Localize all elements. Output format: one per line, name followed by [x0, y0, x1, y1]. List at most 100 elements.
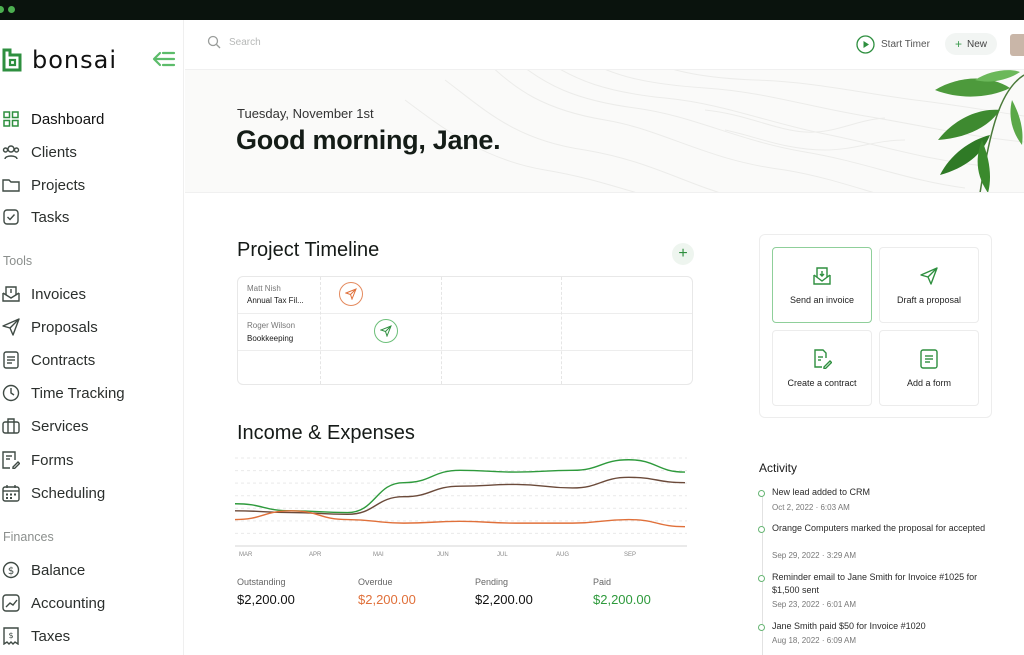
timeline-row-divider: [238, 313, 692, 314]
search-bar[interactable]: Search: [207, 35, 261, 49]
invoice-send-icon: [812, 265, 832, 287]
timeline-client-name: Roger Wilson: [247, 321, 296, 330]
welcome-banner: Tuesday, November 1st Good morning, Jane…: [185, 70, 1024, 193]
activity-dot: [758, 624, 765, 631]
activity-text[interactable]: Jane Smith paid $50 for Invoice #1020: [772, 620, 987, 633]
new-button[interactable]: + New: [945, 33, 997, 55]
start-timer-label: Start Timer: [881, 39, 930, 50]
action-label: Create a contract: [787, 378, 857, 388]
timeline-column-divider: [320, 277, 321, 384]
chart-x-tick-label: JUL: [497, 552, 508, 558]
window-dot-icon[interactable]: [8, 6, 15, 13]
svg-text:$: $: [8, 631, 13, 640]
activity-time: Sep 23, 2022 · 6:01 AM: [772, 600, 857, 609]
window-dot-icon[interactable]: [0, 6, 4, 13]
invoice-icon: [0, 283, 22, 305]
receipt-icon: $: [0, 625, 22, 647]
action-label: Add a form: [906, 378, 952, 388]
income-expenses-chart: [235, 457, 687, 547]
sidebar-item-label: Dashboard: [31, 110, 105, 128]
collapse-sidebar-button[interactable]: [152, 50, 176, 73]
stat-value-paid: $2,200.00: [593, 592, 651, 607]
sidebar-item-accounting[interactable]: Accounting: [0, 591, 105, 615]
sidebar-item-scheduling[interactable]: Scheduling: [0, 481, 105, 505]
calendar-icon: [0, 482, 22, 504]
sidebar-item-time-tracking[interactable]: Time Tracking: [0, 381, 125, 405]
play-circle-icon: [856, 35, 875, 54]
timeline-row-divider: [238, 350, 692, 351]
chart-x-tick-label: MAI: [373, 552, 384, 558]
sidebar-item-proposals[interactable]: Proposals: [0, 315, 98, 339]
timeline-task-name[interactable]: Bookkeeping: [247, 334, 293, 343]
timeline-send-button[interactable]: [339, 282, 363, 306]
grid-icon: [0, 108, 22, 130]
contract-edit-icon: [812, 348, 832, 370]
sidebar-item-label: Contracts: [31, 351, 96, 369]
window-titlebar: [0, 0, 1024, 20]
stat-value-overdue: $2,200.00: [358, 592, 416, 607]
timeline-client-name: Matt Nish: [247, 284, 281, 293]
collapse-arrow-icon: [152, 51, 176, 67]
chart-x-tick-label: AUG: [556, 552, 570, 558]
greeting-title: Good morning, Jane.: [236, 125, 501, 155]
sidebar-item-dashboard[interactable]: Dashboard: [0, 107, 104, 131]
create-contract-card[interactable]: Create a contract: [772, 330, 872, 406]
sidebar-item-label: Proposals: [31, 318, 98, 336]
plus-icon: +: [678, 245, 688, 262]
app-name: bonsai: [32, 46, 118, 74]
search-icon: [207, 35, 221, 49]
sidebar-item-label: Balance: [31, 561, 86, 579]
timeline-task-name[interactable]: Annual Tax Fil...: [247, 296, 304, 305]
form-icon: [0, 449, 22, 471]
stat-label-overdue: Overdue: [358, 577, 393, 587]
sidebar-item-invoices[interactable]: Invoices: [0, 282, 86, 306]
timeline-column-divider: [441, 277, 442, 384]
sidebar-item-balance[interactable]: $ Balance: [0, 558, 85, 582]
activity-time: Oct 2, 2022 · 6:03 AM: [772, 503, 850, 512]
clock-icon: [0, 382, 22, 404]
timeline-send-button[interactable]: [374, 319, 398, 343]
avatar[interactable]: [1010, 34, 1024, 56]
sidebar-item-projects[interactable]: Projects: [0, 173, 85, 197]
activity-text[interactable]: Orange Computers marked the proposal for…: [772, 522, 987, 535]
bonsai-logo-icon: [2, 48, 22, 72]
sidebar: bonsai Dashboard Clients Projects Tasks …: [0, 20, 184, 655]
income-expenses-title: Income & Expenses: [237, 422, 415, 444]
sidebar-item-services[interactable]: Services: [0, 414, 89, 438]
timeline-column-divider: [561, 277, 562, 384]
leaves-decoration-icon: [935, 70, 1024, 192]
add-project-button[interactable]: +: [672, 243, 694, 265]
sidebar-item-label: Taxes: [31, 627, 71, 645]
activity-dot: [758, 575, 765, 582]
chart-x-tick-label: JUN: [437, 552, 449, 558]
activity-text[interactable]: Reminder email to Jane Smith for Invoice…: [772, 571, 987, 597]
sidebar-item-clients[interactable]: Clients: [0, 140, 77, 164]
add-form-card[interactable]: Add a form: [879, 330, 979, 406]
sidebar-item-taxes[interactable]: $ Taxes: [0, 624, 70, 648]
new-button-label: New: [967, 38, 988, 50]
quick-actions-panel: Send an invoice Draft a proposal Create …: [759, 234, 992, 418]
sidebar-item-forms[interactable]: Forms: [0, 448, 74, 472]
sidebar-item-label: Tasks: [31, 208, 70, 226]
send-icon: [0, 316, 22, 338]
activity-dot: [758, 526, 765, 533]
activity-time: Aug 18, 2022 · 6:09 AM: [772, 636, 857, 645]
start-timer-button[interactable]: Start Timer: [856, 35, 930, 54]
folder-icon: [0, 174, 22, 196]
action-label: Send an invoice: [789, 295, 855, 305]
send-invoice-card[interactable]: Send an invoice: [772, 247, 872, 323]
check-square-icon: [0, 206, 22, 228]
form-add-icon: [920, 348, 938, 370]
stat-value-pending: $2,200.00: [475, 592, 533, 607]
stat-label-pending: Pending: [475, 577, 509, 587]
search-input[interactable]: Search: [229, 37, 261, 48]
activity-title: Activity: [759, 461, 798, 475]
activity-text[interactable]: New lead added to CRM: [772, 486, 987, 499]
sidebar-item-label: Forms: [31, 451, 74, 469]
sidebar-item-contracts[interactable]: Contracts: [0, 348, 95, 372]
activity-time: Sep 29, 2022 · 3:29 AM: [772, 551, 857, 560]
draft-proposal-card[interactable]: Draft a proposal: [879, 247, 979, 323]
sidebar-item-label: Scheduling: [31, 484, 106, 502]
app-logo[interactable]: bonsai: [2, 46, 117, 74]
sidebar-item-tasks[interactable]: Tasks: [0, 205, 69, 229]
